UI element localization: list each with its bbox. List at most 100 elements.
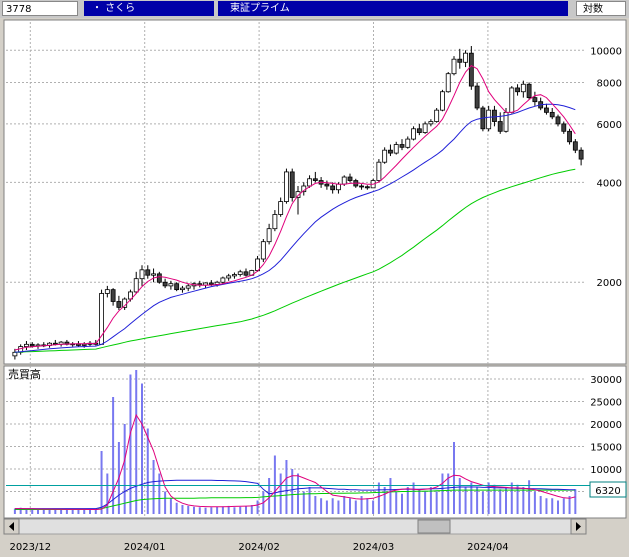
price-tick-label: 6000: [597, 120, 622, 131]
price-tick-label: 4000: [597, 178, 622, 189]
date-tick-label: 2024/01: [124, 542, 166, 553]
candle-body: [208, 282, 214, 285]
volume-bar: [557, 500, 559, 514]
volume-bar: [331, 498, 334, 514]
volume-bar: [152, 460, 155, 514]
candle-body: [405, 138, 411, 148]
candle-body: [232, 274, 237, 277]
candle-body: [509, 87, 515, 113]
volume-tick-label: 25000: [590, 398, 622, 409]
volume-bar: [77, 509, 80, 514]
horizontal-scrollbar[interactable]: [3, 518, 587, 535]
candle-body: [416, 128, 422, 133]
volume-bar: [227, 505, 230, 514]
volume-bar: [412, 482, 415, 514]
candle-body: [440, 91, 445, 111]
candle-body: [162, 281, 168, 287]
volume-bar: [123, 424, 126, 514]
volume-bar: [146, 428, 149, 514]
candle-body: [24, 343, 29, 347]
candle-body: [347, 176, 353, 181]
volume-bar: [42, 509, 45, 514]
candle-body: [151, 273, 156, 276]
volume-bar: [337, 500, 340, 514]
candle-body: [266, 228, 272, 243]
candle-body: [116, 301, 122, 308]
candle-body: [12, 351, 18, 357]
volume-panel: [3, 365, 627, 519]
volume-bar: [239, 506, 242, 514]
volume-bar: [481, 491, 484, 514]
candle-body: [549, 111, 555, 118]
volume-bar: [377, 482, 380, 514]
volume-bar: [522, 487, 525, 514]
volume-bar: [273, 455, 276, 514]
candle-body: [284, 171, 289, 202]
volume-bar: [245, 506, 247, 514]
volume-bar: [493, 484, 496, 514]
volume-bar: [193, 506, 195, 514]
volume-bar: [83, 509, 86, 514]
volume-bar: [198, 507, 201, 514]
volume-bar: [181, 505, 184, 514]
volume-bar: [418, 489, 421, 514]
candle-body: [104, 289, 110, 294]
candle-body: [156, 273, 162, 283]
candle-body: [341, 176, 347, 185]
volume-bar: [533, 491, 536, 514]
date-tick-label: 2023/12: [10, 542, 52, 553]
volume-bar: [320, 498, 323, 514]
volume-bar: [187, 505, 190, 514]
price-tick-label: 2000: [597, 278, 622, 289]
candle-body: [544, 107, 549, 113]
volume-bar: [441, 473, 444, 514]
volume-bar: [539, 496, 542, 514]
candle-body: [497, 121, 503, 132]
volume-tick-label: 30000: [590, 375, 622, 386]
candle-body: [226, 275, 232, 279]
candle-body: [330, 185, 336, 191]
candle-body: [324, 183, 330, 187]
volume-bar: [435, 491, 438, 514]
date-tick-label: 2024/04: [467, 542, 509, 553]
candle-body: [272, 214, 278, 230]
candle-body: [520, 83, 526, 93]
volume-bar: [65, 509, 68, 514]
volume-bar: [37, 509, 39, 514]
volume-bar: [453, 442, 455, 514]
volume-bar: [354, 500, 357, 514]
candle-body: [399, 144, 405, 148]
volume-bar: [216, 506, 219, 514]
volume-bar: [100, 451, 103, 514]
candle-body: [168, 283, 174, 287]
current-volume-label: 6320: [595, 486, 620, 497]
volume-bar: [129, 374, 132, 514]
candle-body: [382, 149, 388, 163]
candle-body: [434, 109, 440, 122]
candle-body: [243, 271, 249, 276]
candle-body: [532, 97, 538, 103]
volume-bar: [141, 383, 143, 514]
price-tick-label: 10000: [590, 46, 622, 57]
candle-body: [359, 185, 364, 188]
volume-bar: [545, 498, 548, 514]
candle-body: [180, 287, 185, 291]
candle-body: [388, 149, 393, 154]
candle-body: [260, 241, 266, 260]
volume-bar: [169, 498, 172, 514]
volume-tick-label: 20000: [590, 420, 622, 431]
candle-body: [133, 278, 139, 293]
volume-bar: [285, 460, 288, 514]
candle-body: [139, 269, 145, 280]
volume-bar: [31, 509, 34, 514]
candle-body: [393, 144, 399, 154]
date-axis: 2023/12 2024/01 2024/02 2024/03 2024/04: [10, 542, 509, 553]
candle-body: [555, 116, 561, 125]
candle-body: [492, 109, 497, 122]
candle-body: [99, 293, 104, 345]
candle-body: [81, 343, 87, 346]
scroll-thumb[interactable]: [417, 519, 451, 534]
candle-body: [457, 58, 463, 63]
candle-body: [526, 83, 532, 99]
volume-bar: [383, 487, 386, 514]
